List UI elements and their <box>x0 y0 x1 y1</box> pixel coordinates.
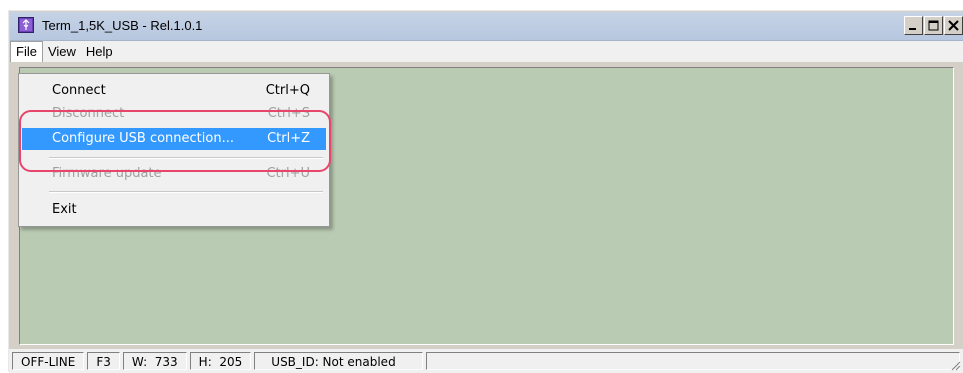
resize-grip-icon[interactable] <box>949 359 961 371</box>
app-usb-icon[interactable] <box>18 17 34 33</box>
menu-item-shortcut: Ctrl+S <box>267 106 310 121</box>
status-key: F3 <box>87 352 120 370</box>
status-empty-panel <box>425 352 960 370</box>
menu-item-configure-usb[interactable]: Configure USB connection... Ctrl+Z <box>22 128 326 150</box>
status-height: H: 205 <box>189 352 252 370</box>
menu-item-label: Disconnect <box>52 106 125 121</box>
menu-item-shortcut: Ctrl+Q <box>265 83 310 98</box>
menu-item-label: Exit <box>52 202 77 217</box>
close-icon <box>948 20 959 31</box>
menu-item-firmware-update: Firmware update Ctrl+U <box>22 163 326 185</box>
menu-item-shortcut: Ctrl+U <box>266 166 310 181</box>
menu-item-label: Configure USB connection... <box>52 131 234 146</box>
status-width: W: 733 <box>122 352 187 370</box>
maximize-icon <box>928 20 939 31</box>
menu-item-label: Firmware update <box>52 166 162 181</box>
file-menu-dropdown: Connect Ctrl+Q Disconnect Ctrl+S Configu… <box>18 73 330 227</box>
menu-view[interactable]: View <box>43 41 81 62</box>
menu-item-connect[interactable]: Connect Ctrl+Q <box>22 80 326 102</box>
menu-bar: File View Help <box>10 41 963 62</box>
title-bar[interactable]: Term_1,5K_USB - Rel.1.0.1 <box>10 12 963 41</box>
menu-item-exit[interactable]: Exit <box>22 199 326 221</box>
status-connection: OFF-LINE <box>12 352 85 370</box>
maximize-button[interactable] <box>924 16 943 35</box>
menu-separator <box>49 157 323 159</box>
menu-separator <box>49 191 323 193</box>
window-title: Term_1,5K_USB - Rel.1.0.1 <box>42 18 203 33</box>
menu-item-shortcut: Ctrl+Z <box>267 131 310 146</box>
menu-item-label: Connect <box>52 83 106 98</box>
minimize-icon <box>909 28 916 30</box>
menu-file[interactable]: File <box>10 41 43 62</box>
status-usb-id: USB_ID: Not enabled <box>254 352 423 370</box>
close-button[interactable] <box>944 16 963 35</box>
status-bar: OFF-LINE F3 W: 733 H: 205 USB_ID: Not en… <box>9 349 963 373</box>
menu-help[interactable]: Help <box>81 41 118 62</box>
menu-item-disconnect: Disconnect Ctrl+S <box>22 103 326 125</box>
minimize-button[interactable] <box>904 16 923 35</box>
